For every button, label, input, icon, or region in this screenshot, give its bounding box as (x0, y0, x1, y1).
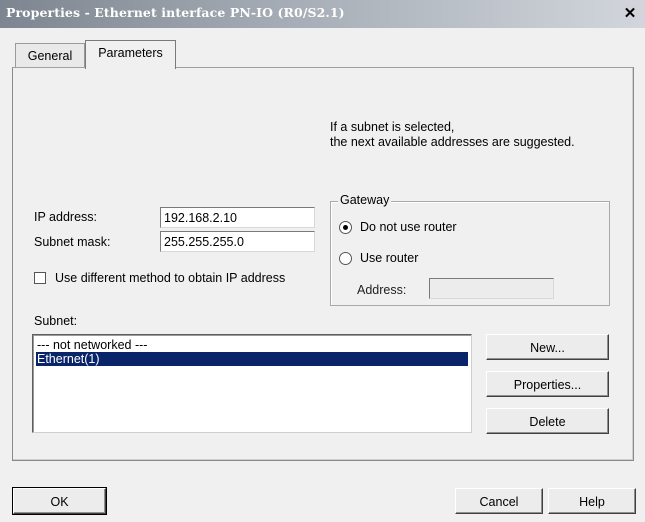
window-title: Properties - Ethernet interface PN-IO (R… (6, 5, 345, 20)
subnet-mask-label: Subnet mask: (34, 235, 111, 249)
subnet-hint-line-1: If a subnet is selected, (330, 120, 455, 134)
subnet-mask-field[interactable]: 255.255.255.0 (160, 231, 315, 252)
delete-subnet-button[interactable]: Delete (486, 408, 609, 434)
cancel-button[interactable]: Cancel (455, 488, 543, 514)
close-icon[interactable]: ✕ (620, 4, 640, 23)
subnet-list[interactable]: --- not networked --- Ethernet(1) (32, 334, 472, 433)
properties-dialog: Properties - Ethernet interface PN-IO (R… (0, 0, 645, 522)
new-subnet-button[interactable]: New... (486, 334, 609, 360)
use-router-radio[interactable] (339, 252, 352, 265)
tab-general-label: General (27, 49, 73, 63)
do-not-use-router-radio[interactable] (339, 221, 352, 234)
title-bar[interactable]: Properties - Ethernet interface PN-IO (R… (0, 0, 645, 28)
list-item[interactable]: Ethernet(1) (36, 352, 468, 366)
tab-general[interactable]: General (15, 43, 85, 68)
ok-button[interactable]: OK (12, 487, 107, 515)
tab-parameters-label: Parameters (98, 46, 163, 60)
subnet-properties-button[interactable]: Properties... (486, 371, 609, 397)
ip-address-label: IP address: (34, 210, 98, 224)
use-different-method-label: Use different method to obtain IP addres… (55, 271, 286, 285)
use-router-label: Use router (360, 251, 419, 265)
help-button[interactable]: Help (548, 488, 636, 514)
do-not-use-router-label: Do not use router (360, 220, 457, 234)
router-address-field[interactable] (429, 278, 554, 299)
gateway-group-title: Gateway (338, 193, 392, 207)
ip-address-field[interactable]: 192.168.2.10 (160, 207, 315, 228)
subnet-label: Subnet: (34, 314, 78, 328)
tab-parameters[interactable]: Parameters (85, 40, 176, 69)
router-address-label: Address: (357, 283, 407, 297)
list-item[interactable]: --- not networked --- (36, 338, 468, 352)
subnet-hint-line-2: the next available addresses are suggest… (330, 135, 575, 149)
use-different-method-checkbox[interactable] (34, 272, 46, 284)
